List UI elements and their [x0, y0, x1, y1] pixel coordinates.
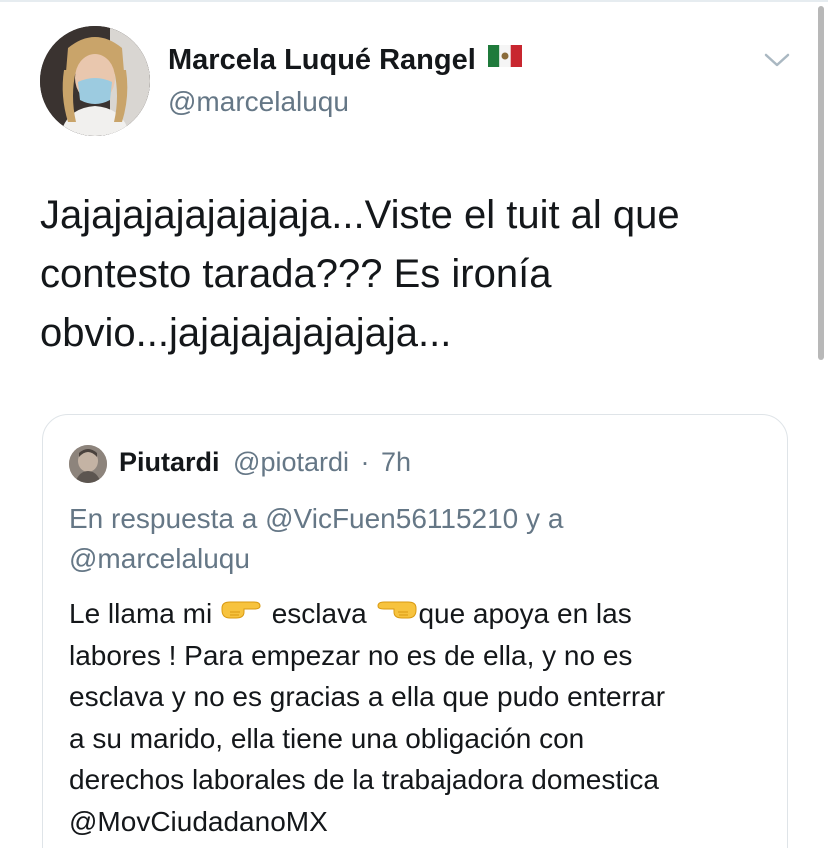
- author-handle[interactable]: @marcelaluqu: [168, 86, 349, 118]
- mention-link[interactable]: @MovCiudadanoMX: [69, 801, 781, 843]
- tweet-text-line: contesto tarada??? Es ironía: [40, 252, 552, 296]
- tweet-header: Marcela Luqué Rangel @marcelaluqu: [40, 26, 800, 136]
- quoted-body-line: Le llama mi esclava que apoya en las: [69, 593, 781, 635]
- quoted-body-text: que apoya en las: [418, 598, 632, 629]
- chevron-down-icon[interactable]: [762, 48, 792, 72]
- quoted-body-text: esclava: [263, 598, 375, 629]
- tweet-text: Jajajajajajajajaja...Viste el tuit al qu…: [40, 186, 780, 363]
- display-name-text: Marcela Luqué Rangel: [168, 44, 476, 76]
- reply-context-line: En respuesta a @VicFuen56115210 y a: [69, 503, 564, 534]
- avatar[interactable]: [40, 26, 150, 136]
- top-divider: [0, 0, 828, 2]
- backhand-index-pointing-right-emoji: [220, 592, 264, 634]
- reply-context-line[interactable]: @marcelaluqu: [69, 539, 769, 579]
- quoted-body-line: derechos laborales de la trabajadora dom…: [69, 764, 659, 796]
- quoted-body-text: Le llama mi: [69, 598, 220, 629]
- mexico-flag-icon: [487, 42, 522, 75]
- quoted-body-line: a su marido, ella tiene una obligación c…: [69, 722, 585, 754]
- backhand-index-pointing-left-emoji: [374, 592, 418, 634]
- quoted-handle[interactable]: @piotardi: [233, 447, 349, 477]
- tweet-screen: Marcela Luqué Rangel @marcelaluqu Jajaja…: [0, 0, 828, 848]
- scrollbar-thumb[interactable]: [818, 6, 824, 360]
- display-name[interactable]: Marcela Luqué Rangel: [168, 44, 522, 77]
- quoted-body-line: esclava y no es gracias a ella que pudo …: [69, 681, 666, 713]
- quoted-body-line: labores ! Para empezar no es de ella, y …: [69, 639, 633, 671]
- separator-dot: ·: [360, 447, 370, 477]
- tweet-text-line: Jajajajajajajajaja...Viste el tuit al qu…: [40, 193, 680, 237]
- reply-context: En respuesta a @VicFuen56115210 y a @mar…: [69, 499, 769, 579]
- quoted-tweet-body: Le llama mi esclava que apoya en las lab…: [69, 593, 781, 843]
- quoted-tweet-card[interactable]: Piutardi @piotardi · 7h En respuesta a @…: [42, 414, 788, 848]
- quoted-display-name[interactable]: Piutardi: [119, 447, 220, 477]
- quoted-timestamp[interactable]: 7h: [381, 447, 411, 477]
- tweet-text-line: obvio...jajajajajajajaja...: [40, 311, 452, 355]
- quoted-header: Piutardi @piotardi · 7h: [119, 445, 411, 479]
- quoted-avatar[interactable]: [69, 445, 107, 483]
